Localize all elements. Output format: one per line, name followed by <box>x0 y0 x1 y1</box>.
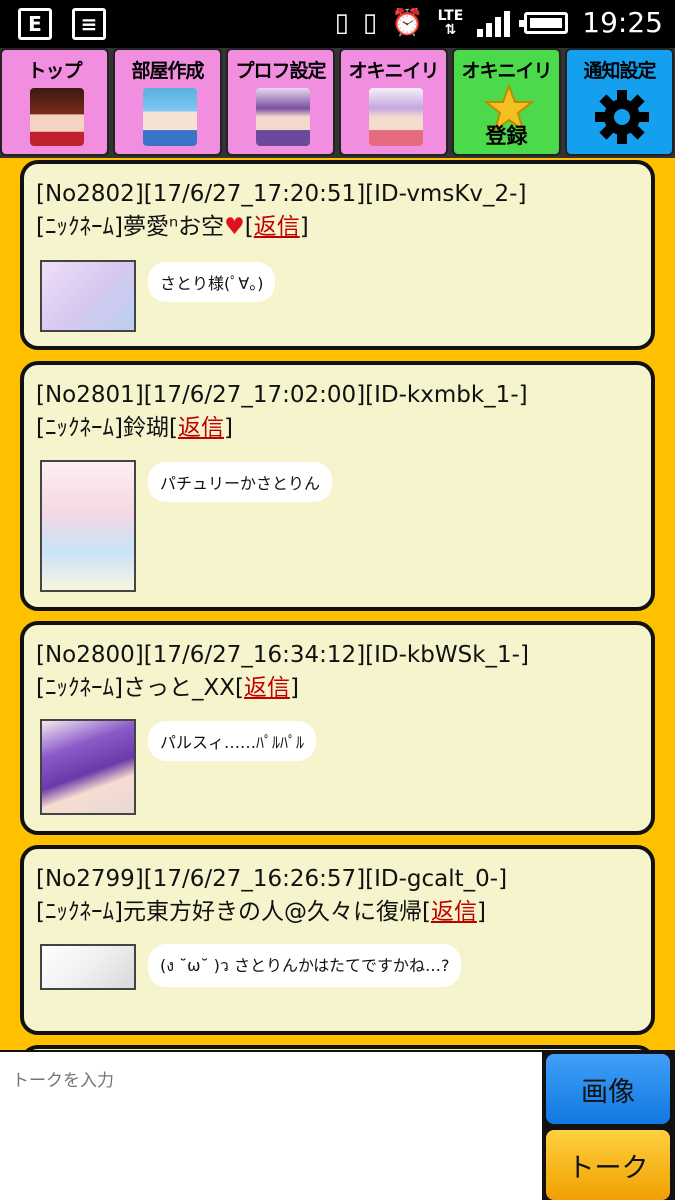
nickname: さっと_XX <box>122 675 235 701</box>
message-bubble: パチュリーかさとりん <box>148 462 333 502</box>
post-header: [No2802][17/6/27_17:20:51][ID-vmsKv_2-] <box>36 181 527 207</box>
reply-link[interactable]: 返信 <box>178 415 224 441</box>
message-bubble: パルスィ……ﾊﾟﾙﾊﾟﾙ <box>148 721 317 761</box>
status-bar: E ≡ ▯ ▯ ⏰ LTE ⇅ 19:25 <box>0 0 675 48</box>
reply-link[interactable]: 返信 <box>254 214 300 240</box>
nickname: 夢愛ⁿお空 <box>122 214 225 240</box>
phone-vibrate-icon: ▯ <box>334 8 349 38</box>
post-header: [No2799][17/6/27_16:26:57][ID-gcalt_0-] <box>36 866 508 892</box>
reply-bracket-open: [ <box>234 675 244 701</box>
post-card: [No2801][17/6/27_17:02:00][ID-kxmbk_1-] … <box>20 361 655 611</box>
tab-label: 部屋作成 <box>131 60 204 82</box>
tab-label: オキニイリ <box>348 60 439 82</box>
reply-bracket-close: ] <box>299 214 309 240</box>
news-icon: ≡ <box>72 8 106 40</box>
composer: 画像 トーク <box>0 1050 675 1200</box>
battery-icon <box>519 12 569 34</box>
post-thumbnail[interactable] <box>40 719 136 815</box>
post-thumbnail[interactable] <box>40 460 136 592</box>
post-card: [No2800][17/6/27_16:34:12][ID-kbWSk_1-] … <box>20 621 655 835</box>
tab-notification-settings[interactable]: 通知設定 <box>565 48 674 156</box>
tab-label: オキニイリ <box>461 60 552 82</box>
post-header-block: [No2802][17/6/27_17:20:51][ID-vmsKv_2-] … <box>36 178 526 244</box>
post-thumbnail[interactable] <box>40 944 136 990</box>
talk-button[interactable]: トーク <box>546 1130 670 1200</box>
post-card: [No2799][17/6/27_16:26:57][ID-gcalt_0-] … <box>20 845 655 1035</box>
reply-bracket-close: ] <box>289 675 299 701</box>
nickname: 元東方好きの人@久々に復帰 <box>122 899 422 925</box>
heart-icon: ♥ <box>224 214 245 240</box>
top-nav: トップ 部屋作成 プロフ設定 オキニイリ オキニイリ 登録 通知設定 <box>0 48 675 158</box>
tab-top[interactable]: トップ <box>0 48 109 156</box>
alarm-icon: ⏰ <box>391 8 424 38</box>
signal-icon <box>477 9 511 37</box>
nick-prefix: [ﾆｯｸﾈｰﾑ] <box>36 675 123 701</box>
tab-create-room[interactable]: 部屋作成 <box>113 48 222 156</box>
talk-input[interactable] <box>0 1052 542 1200</box>
tab-sublabel: 登録 <box>485 124 528 148</box>
reply-bracket-close: ] <box>223 415 233 441</box>
post-feed[interactable]: [No2802][17/6/27_17:20:51][ID-vmsKv_2-] … <box>0 158 675 1050</box>
vibrate-icon: ▯ <box>362 8 378 38</box>
nick-prefix: [ﾆｯｸﾈｰﾑ] <box>36 415 123 441</box>
reply-bracket-close: ] <box>476 899 486 925</box>
network-type: LTE ⇅ <box>437 8 464 38</box>
post-header: [No2801][17/6/27_17:02:00][ID-kxmbk_1-] <box>36 382 528 408</box>
message-bubble: さとり様(ﾟ∀。) <box>148 262 276 302</box>
post-card: [No2802][17/6/27_17:20:51][ID-vmsKv_2-] … <box>20 160 655 350</box>
tab-label: 通知設定 <box>583 60 656 82</box>
tab-favorites-register[interactable]: オキニイリ 登録 <box>452 48 561 156</box>
reply-link[interactable]: 返信 <box>244 675 290 701</box>
e-notification-icon: E <box>18 8 52 40</box>
message-bubble: (ง ˘ω˘ )ว さとりんかはたてですかね…? <box>148 944 462 987</box>
status-clock: 19:25 <box>582 6 663 39</box>
character-portrait <box>30 88 84 146</box>
image-button[interactable]: 画像 <box>546 1054 670 1124</box>
character-portrait <box>143 88 197 146</box>
character-portrait <box>256 88 310 146</box>
post-header-block: [No2799][17/6/27_16:26:57][ID-gcalt_0-] … <box>36 863 507 929</box>
reply-bracket-open: [ <box>244 214 254 240</box>
post-thumbnail[interactable] <box>40 260 136 332</box>
tab-favorites[interactable]: オキニイリ <box>339 48 448 156</box>
tab-profile-settings[interactable]: プロフ設定 <box>226 48 335 156</box>
nickname: 鈴瑚 <box>122 415 169 441</box>
post-header-block: [No2801][17/6/27_17:02:00][ID-kxmbk_1-] … <box>36 379 528 445</box>
reply-bracket-open: [ <box>168 415 178 441</box>
character-portrait <box>369 88 423 146</box>
nick-prefix: [ﾆｯｸﾈｰﾑ] <box>36 214 123 240</box>
reply-link[interactable]: 返信 <box>431 899 477 925</box>
reply-bracket-open: [ <box>421 899 431 925</box>
tab-label: トップ <box>27 60 82 82</box>
nick-prefix: [ﾆｯｸﾈｰﾑ] <box>36 899 123 925</box>
post-header: [No2800][17/6/27_16:34:12][ID-kbWSk_1-] <box>36 642 529 668</box>
post-header-block: [No2800][17/6/27_16:34:12][ID-kbWSk_1-] … <box>36 639 529 705</box>
gear-icon <box>595 90 649 144</box>
tab-label: プロフ設定 <box>235 60 326 82</box>
